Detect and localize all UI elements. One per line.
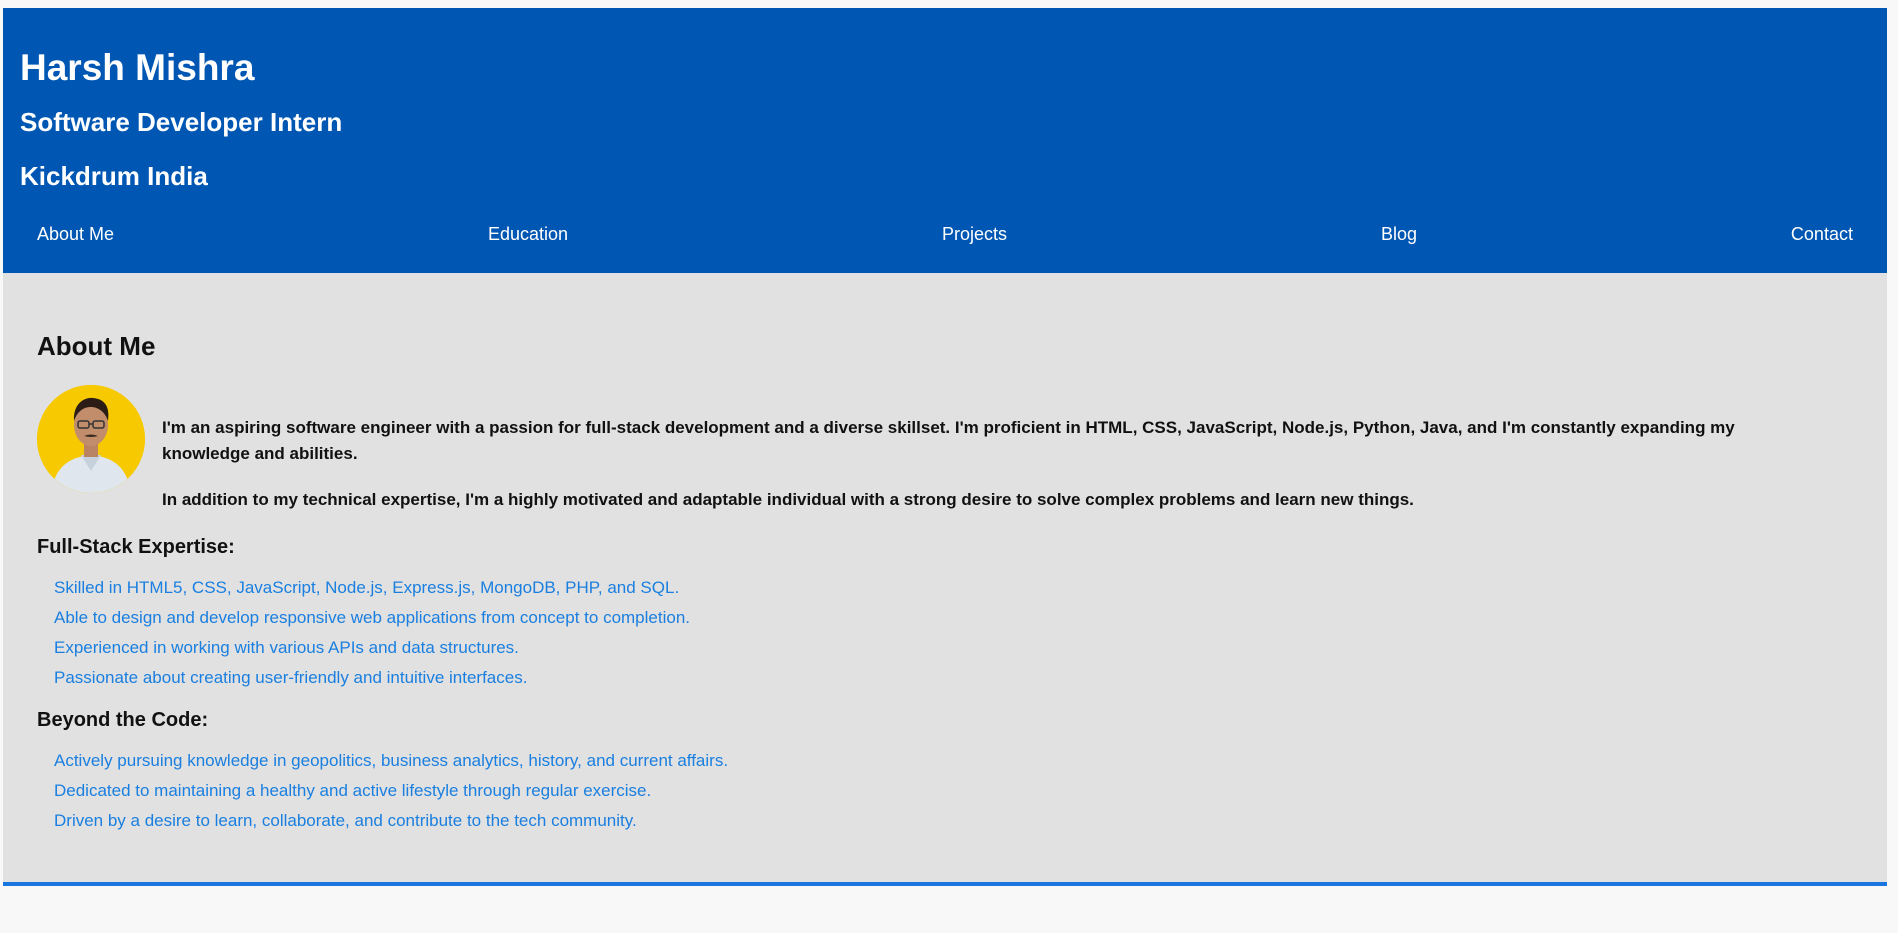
list-item: Passionate about creating user-friendly … (54, 668, 528, 687)
nav-item-contact[interactable]: Contact (1791, 223, 1853, 245)
beyond-list: Actively pursuing knowledge in geopoliti… (54, 751, 728, 841)
list-item: Able to design and develop responsive we… (54, 608, 690, 627)
nav-item-about-me[interactable]: About Me (37, 223, 114, 245)
intro-paragraph-1: I'm an aspiring software engineer with a… (162, 418, 1735, 463)
fullstack-list: Skilled in HTML5, CSS, JavaScript, Node.… (54, 578, 690, 698)
site-title: Harsh Mishra (20, 47, 255, 88)
beyond-heading: Beyond the Code: (37, 709, 209, 731)
site-header: Harsh Mishra Software Developer Intern K… (3, 8, 1887, 273)
avatar (37, 385, 145, 493)
about-section: About Me I'm an aspiring software engine… (3, 273, 1887, 886)
nav-item-blog[interactable]: Blog (1381, 223, 1417, 245)
profile-photo (37, 385, 145, 493)
site-role: Software Developer Intern (20, 107, 343, 137)
list-item: Experienced in working with various APIs… (54, 638, 519, 657)
main-nav: About Me Education Projects Blog Contact (37, 223, 1853, 245)
nav-item-projects[interactable]: Projects (942, 223, 1007, 245)
list-item: Driven by a desire to learn, collaborate… (54, 811, 637, 830)
fullstack-heading: Full-Stack Expertise: (37, 536, 235, 558)
list-item: Dedicated to maintaining a healthy and a… (54, 781, 652, 800)
section-heading: About Me (37, 331, 156, 361)
page-frame: Harsh Mishra Software Developer Intern K… (3, 8, 1887, 886)
list-item: Skilled in HTML5, CSS, JavaScript, Node.… (54, 578, 680, 597)
site-company: Kickdrum India (20, 161, 208, 191)
intro-paragraph-2: In addition to my technical expertise, I… (162, 490, 1414, 509)
list-item: Actively pursuing knowledge in geopoliti… (54, 751, 729, 770)
nav-item-education[interactable]: Education (488, 223, 568, 245)
